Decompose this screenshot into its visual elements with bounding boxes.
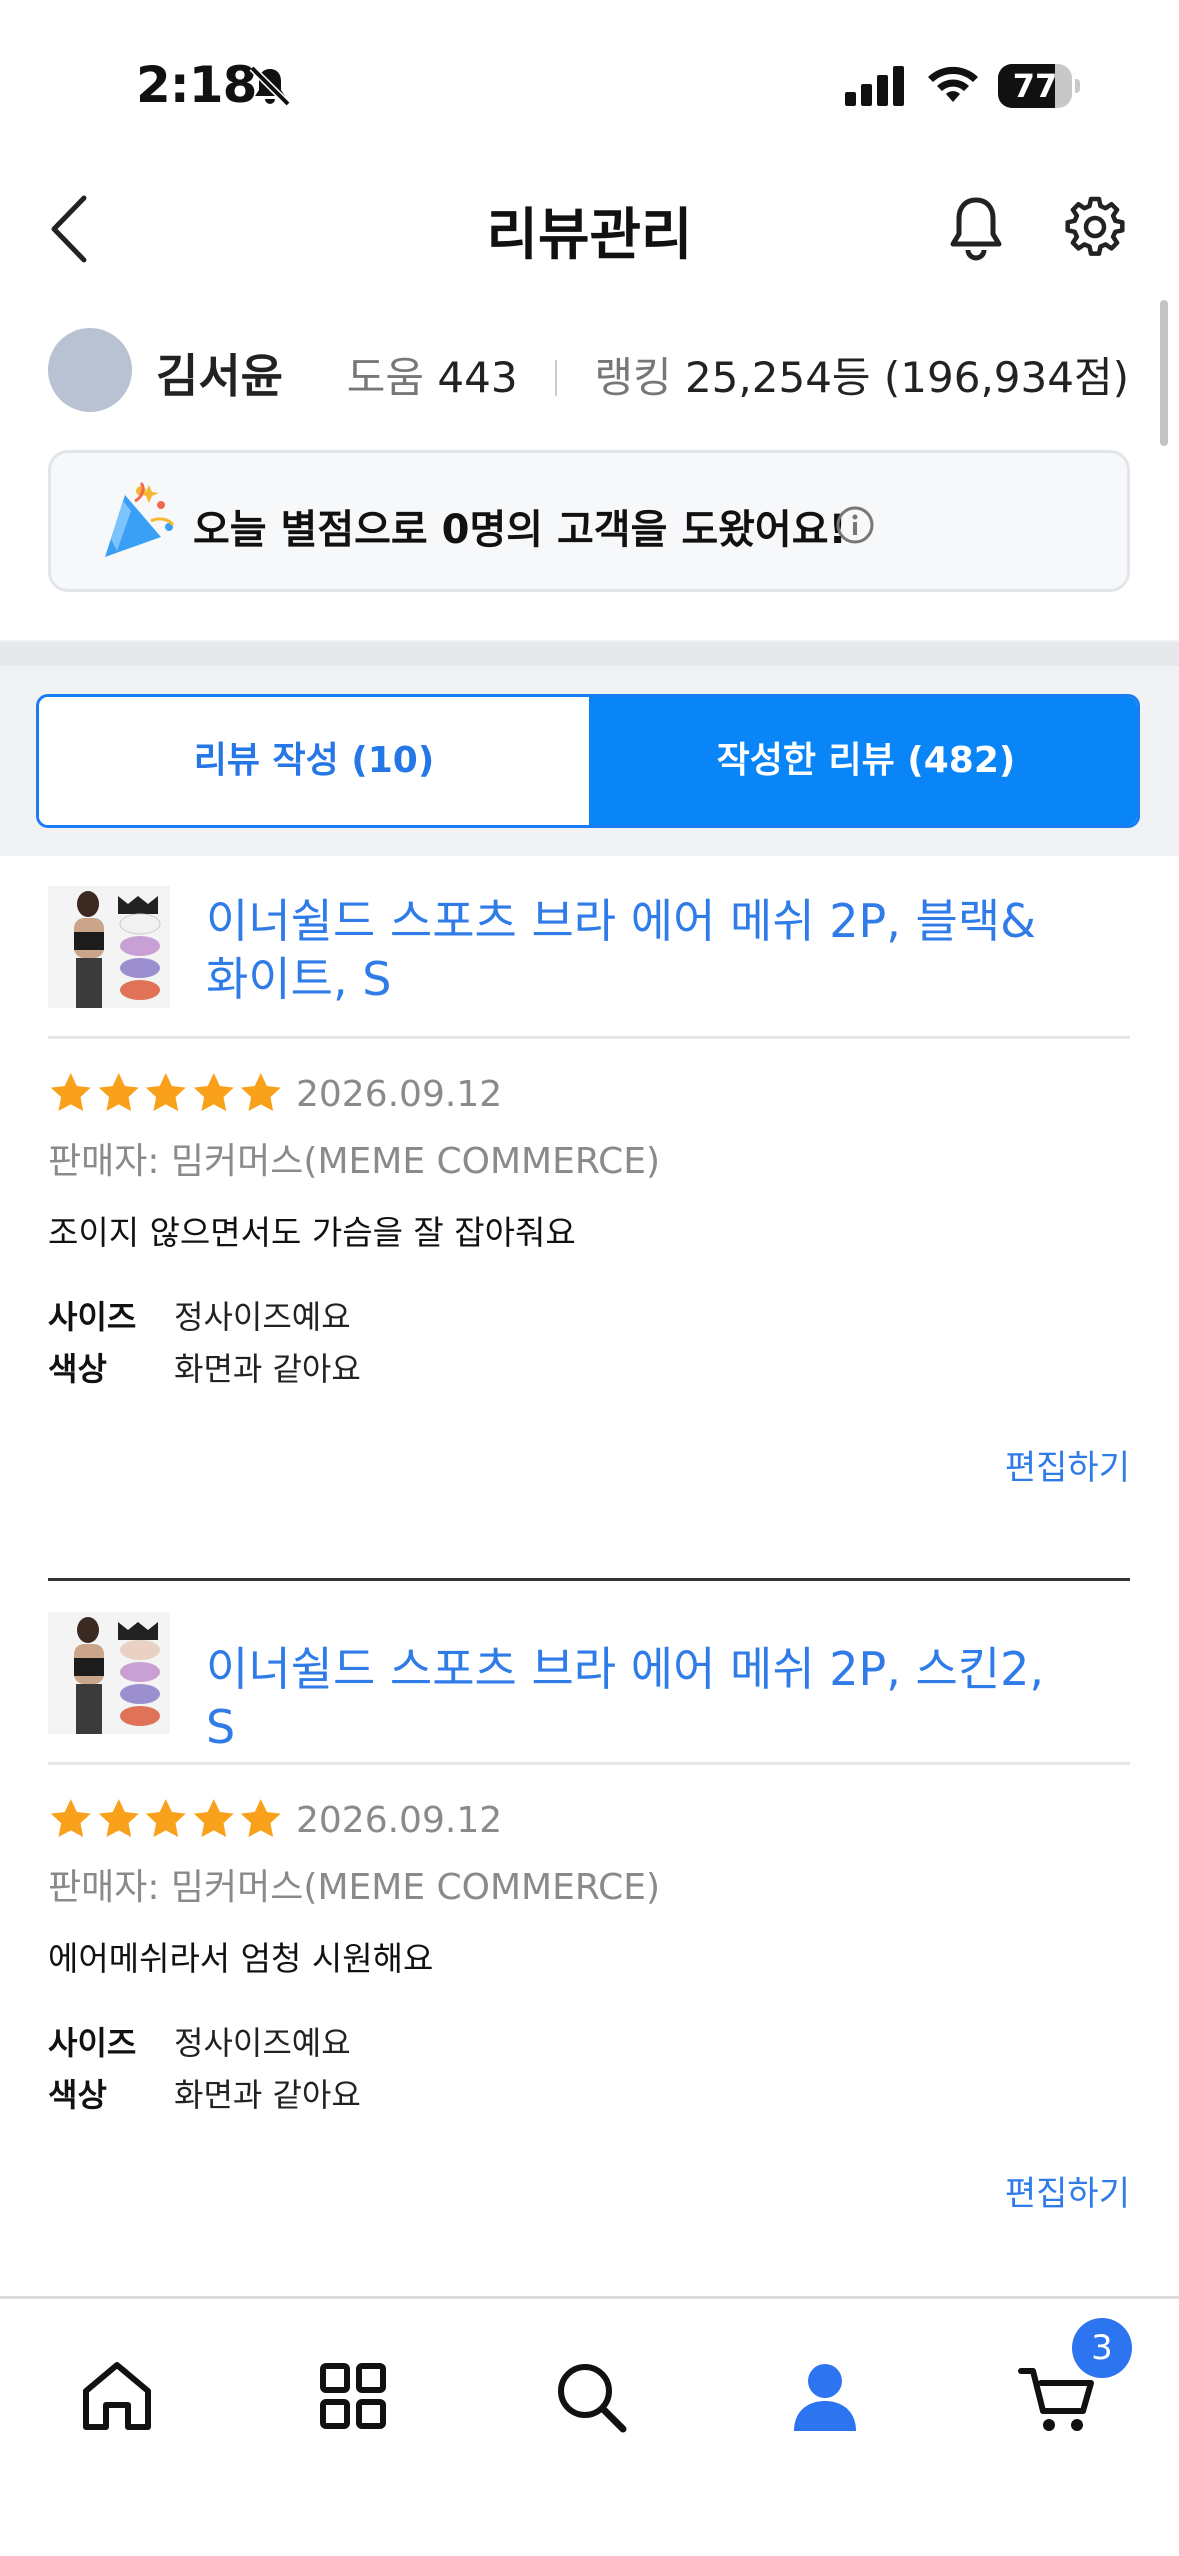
signal-icon [845,66,904,106]
attribute-label: 사이즈 [48,2024,137,2062]
tab-write-review[interactable]: 리뷰 작성 (10) [39,697,589,825]
product-title-line: 화이트, S [206,952,392,1006]
product-title[interactable]: 이너쉴드 스포츠 브라 에어 메쉬 2P, 블랙& 화이트, S [206,892,1086,1008]
divider [48,1762,1130,1765]
star-icon [50,1073,91,1112]
battery-level: 77 [1012,67,1058,105]
review-separator [48,1578,1130,1581]
product-title-line: 이너쉴드 스포츠 브라 에어 메쉬 2P, 스킨2, S [206,1642,1045,1754]
star-icon [241,1799,282,1838]
section-divider [0,642,1179,666]
product-thumbnail[interactable] [48,886,170,1008]
star-rating [48,1796,284,1844]
info-icon[interactable] [835,505,875,545]
bell-slash-icon [249,65,291,107]
party-popper-icon [105,481,175,557]
status-time: 2:18 [136,56,257,114]
header: 리뷰관리 [0,170,1179,290]
review-text: 조이지 않으면서도 가슴을 잘 잡아줘요 [48,1213,576,1252]
star-icon [193,1073,234,1112]
attribute-label: 색상 [48,2076,107,2114]
search-icon[interactable] [545,2351,635,2441]
bell-icon[interactable] [945,194,1007,264]
help-count: 443 [437,353,518,402]
seller-name: 판매자: 밈커머스(MEME COMMERCE) [48,1141,661,1182]
divider [48,1036,1130,1039]
help-notice: 오늘 별점으로 0명의 고객을 도왔어요! [48,450,1130,592]
product-title[interactable]: 이너쉴드 스포츠 브라 에어 메쉬 2P, 스킨2, S [206,1640,1086,1756]
review-date: 2026.09.12 [296,1074,503,1115]
avatar[interactable] [48,328,132,412]
star-icon [98,1073,139,1112]
home-icon[interactable] [72,2351,162,2441]
scrollbar[interactable] [1160,300,1168,446]
edit-review-button[interactable]: 편집하기 [1005,2166,1130,2215]
status-bar: 2:18 77 [0,0,1179,170]
review-tabs: 리뷰 작성 (10) 작성한 리뷰 (482) [36,694,1140,828]
wifi-icon [928,66,978,102]
profile-row: 김서윤 도움 443 랭킹 25,254등 (196,934점) [0,320,1179,420]
attribute-label: 색상 [48,1350,107,1388]
gear-icon[interactable] [1064,196,1126,258]
cart-badge: 3 [1072,2318,1132,2378]
review-card: 이너쉴드 스포츠 브라 에어 메쉬 2P, 블랙& 화이트, S 2026.09… [0,856,1179,1576]
attribute-value: 화면과 같아요 [174,2076,361,2114]
profile-stats: 도움 443 랭킹 25,254등 (196,934점) [347,344,1129,405]
attribute-value: 정사이즈예요 [174,1298,351,1336]
profile-name: 김서윤 [156,349,283,403]
attribute-label: 사이즈 [48,1298,137,1336]
notice-text: 오늘 별점으로 0명의 고객을 도왔어요! [193,507,847,553]
star-icon [146,1799,186,1838]
ranking-label: 랭킹 [594,353,672,402]
seller-name: 판매자: 밈커머스(MEME COMMERCE) [48,1867,661,1908]
battery-indicator: 77 [998,64,1080,108]
user-icon[interactable] [780,2351,870,2441]
product-thumbnail[interactable] [48,1612,170,1734]
star-icon [98,1799,139,1838]
tab-written-reviews[interactable]: 작성한 리뷰 (482) [589,697,1137,825]
review-card: 이너쉴드 스포츠 브라 에어 메쉬 2P, 스킨2, S 2026.09.12 … [0,1582,1179,2282]
attribute-value: 화면과 같아요 [174,1350,361,1388]
edit-review-button[interactable]: 편집하기 [1005,1440,1130,1489]
bottom-navigation [0,2296,1179,2556]
star-icon [50,1799,91,1838]
review-text: 에어메쉬라서 엄청 시원해요 [48,1939,434,1978]
ranking-value: 25,254등 (196,934점) [684,353,1129,402]
product-title-line: 이너쉴드 스포츠 브라 에어 메쉬 2P, 블랙& [206,894,1037,948]
star-icon [241,1073,282,1112]
help-label: 도움 [346,353,425,402]
attribute-value: 정사이즈예요 [174,2024,351,2062]
star-icon [146,1073,186,1112]
star-icon [193,1799,234,1838]
star-rating [48,1070,284,1118]
review-date: 2026.09.12 [296,1800,503,1841]
category-icon[interactable] [308,2351,398,2441]
